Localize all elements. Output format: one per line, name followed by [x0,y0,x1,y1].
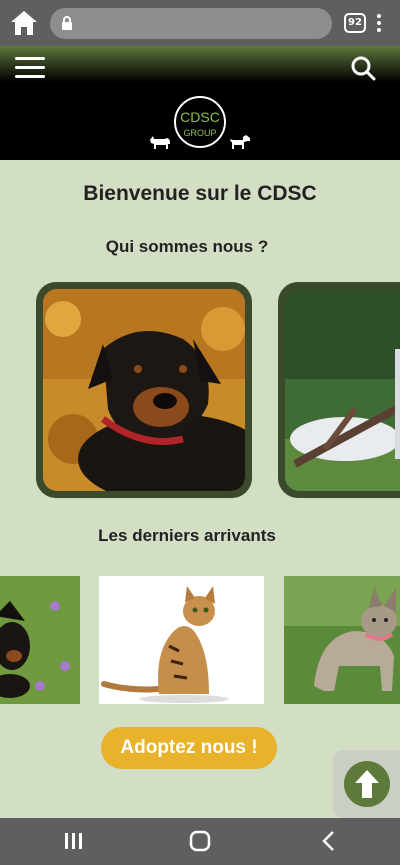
site-header: CDSC GROUP [0,46,400,160]
arrow-up-icon [344,761,390,807]
menu-icon[interactable] [15,57,45,79]
site-logo[interactable]: CDSC GROUP [148,96,252,156]
logo-circle: CDSC GROUP [174,96,226,148]
home-circle-icon[interactable] [189,830,211,852]
arrival-thumbnail[interactable] [0,576,80,704]
who-section-title: Qui sommes nous ? [105,237,269,256]
tabs-icon[interactable]: 92 [344,13,366,33]
more-icon[interactable] [374,12,384,34]
carousel-card[interactable] [278,282,400,498]
home-icon[interactable] [8,8,40,38]
search-icon[interactable] [350,55,376,81]
logo-text: CDSC [180,109,220,125]
back-icon[interactable] [320,830,336,852]
address-bar[interactable] [50,8,332,39]
scroll-to-top-button[interactable] [333,750,400,818]
browser-toolbar: 92 [0,0,400,46]
cat-silhouette-icon [150,136,170,149]
adopt-button[interactable]: Adoptez nous ! [101,727,277,769]
dog-silhouette-icon [230,135,250,149]
page-title: Bienvenue sur le CDSC [83,182,317,205]
arrival-thumbnail[interactable] [99,576,264,704]
husky-photo [285,289,400,491]
carousel-card[interactable] [36,282,252,498]
lock-icon [60,16,74,30]
recent-apps-icon[interactable] [63,830,85,852]
arrival-thumbnail[interactable] [284,576,400,704]
system-nav-bar [0,818,400,865]
logo-subtext: GROUP [183,128,217,138]
rottweiler-photo [43,289,245,491]
latest-arrivals-title: Les derniers arrivants [98,526,276,545]
main-content: Bienvenue sur le CDSC Qui sommes nous ? [0,160,400,818]
